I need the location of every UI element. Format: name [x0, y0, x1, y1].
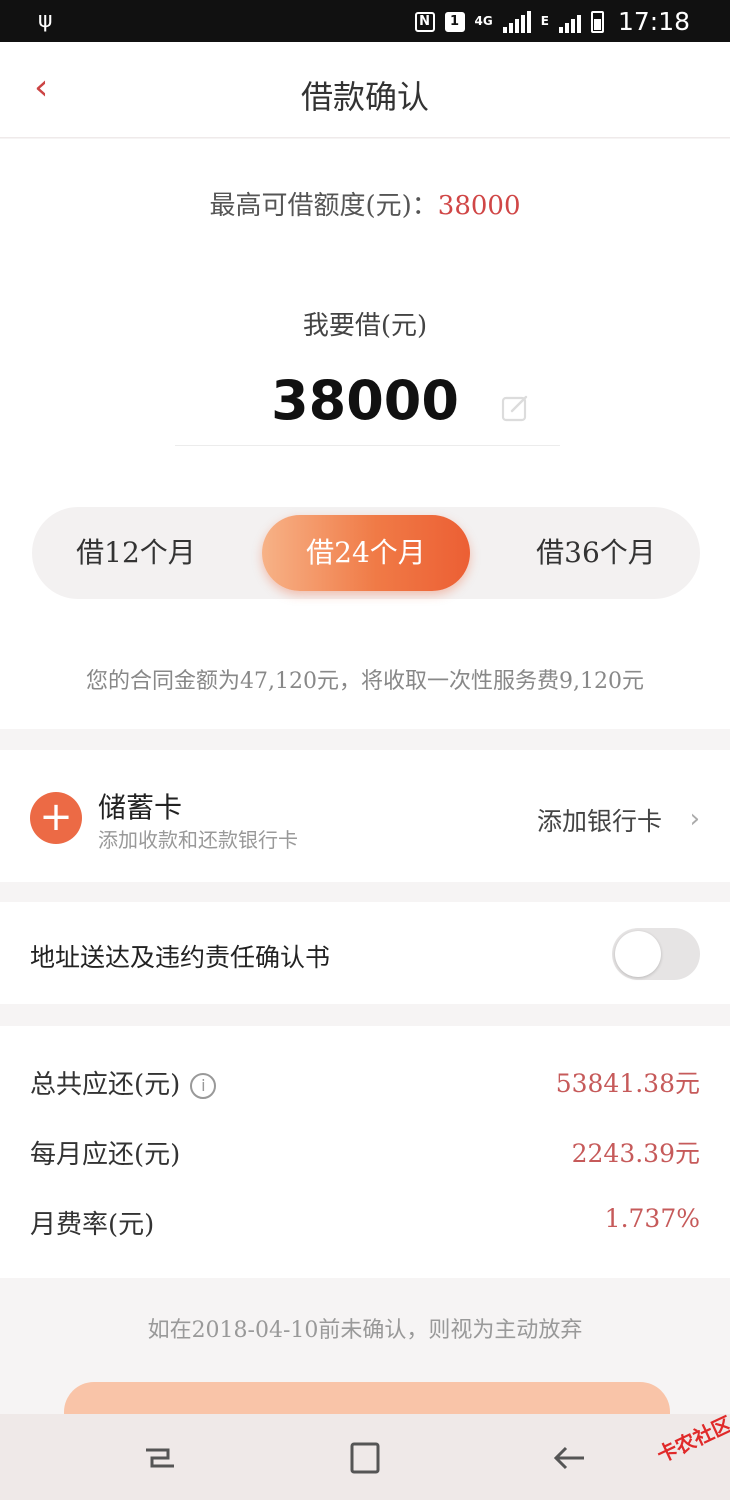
signal-icon-2 — [558, 11, 581, 33]
amount-underline — [175, 445, 560, 446]
summary-row: 月费率(元) 1.737% — [30, 1204, 700, 1244]
status-icons: N 1 4G E 17:18 — [414, 7, 690, 36]
agreement-toggle[interactable] — [612, 928, 700, 980]
borrow-label: 我要借(元) — [302, 311, 428, 341]
add-icon: + — [30, 792, 82, 844]
contract-note: 您的合同金额为47,120元，将收取一次性服务费9,120元 — [86, 669, 644, 694]
bank-card-title: 储蓄卡 — [98, 791, 183, 824]
total-repay-value: 53841.38元 — [555, 1069, 700, 1098]
system-nav-bar — [0, 1414, 730, 1500]
agreement-label[interactable]: 地址送达及违约责任确认书 — [30, 938, 330, 974]
term-selector: 借12个月 借24个月 借36个月 — [32, 507, 700, 599]
bank-card-row[interactable]: + 储蓄卡 添加收款和还款银行卡 添加银行卡 › — [0, 750, 730, 882]
status-bar: ψ N 1 4G E 17:18 — [0, 0, 730, 42]
monthly-rate-value: 1.737% — [604, 1204, 700, 1233]
term-36-months[interactable]: 借36个月 — [492, 507, 700, 599]
add-bank-card-link[interactable]: 添加银行卡 — [537, 802, 662, 838]
agreement-row: 地址送达及违约责任确认书 — [0, 902, 730, 1004]
toggle-knob — [615, 931, 661, 977]
recent-apps-icon[interactable] — [138, 1436, 182, 1480]
summary-row: 总共应还(元) i 53841.38元 — [30, 1064, 700, 1104]
sim-slot-icon: 1 — [444, 11, 465, 32]
battery-icon — [590, 10, 604, 33]
network-type-2: E — [540, 14, 549, 28]
total-repay-label: 总共应还(元) i — [30, 1064, 217, 1101]
usb-icon: ψ — [38, 8, 53, 33]
network-type: 4G — [474, 14, 493, 28]
chevron-right-icon: › — [689, 804, 700, 834]
signal-icon — [502, 10, 531, 33]
monthly-repay-label: 每月应还(元) — [30, 1140, 181, 1170]
deadline-note: 如在2018-04-10前未确认，则视为主动放弃 — [147, 1318, 583, 1343]
clock: 17:18 — [617, 7, 690, 36]
app-header: ‹ 借款确认 — [0, 42, 730, 138]
summary-row: 每月应还(元) 2243.39元 — [30, 1134, 700, 1174]
loan-amount-input[interactable]: 38000 — [0, 369, 730, 432]
monthly-rate-label: 月费率(元) — [30, 1210, 155, 1240]
term-24-months[interactable]: 借24个月 — [262, 515, 470, 591]
home-icon[interactable] — [343, 1436, 387, 1480]
bank-card-subtitle: 添加收款和还款银行卡 — [98, 828, 298, 852]
max-amount-line: 最高可借额度(元)：38000 — [0, 185, 730, 222]
nfc-icon: N — [414, 11, 435, 32]
page-title: 借款确认 — [300, 78, 429, 116]
max-amount-value: 38000 — [437, 191, 521, 221]
loan-card: 最高可借额度(元)：38000 我要借(元) 38000 借12个月 借24个月… — [0, 139, 730, 729]
edit-icon[interactable] — [500, 393, 530, 423]
max-amount-label: 最高可借额度(元)： — [209, 191, 438, 221]
back-arrow-icon[interactable] — [548, 1436, 592, 1480]
monthly-repay-value: 2243.39元 — [571, 1139, 700, 1168]
term-12-months[interactable]: 借12个月 — [32, 507, 240, 599]
info-icon[interactable]: i — [190, 1073, 217, 1099]
repayment-summary: 总共应还(元) i 53841.38元 每月应还(元) 2243.39元 月费率(… — [0, 1026, 730, 1278]
